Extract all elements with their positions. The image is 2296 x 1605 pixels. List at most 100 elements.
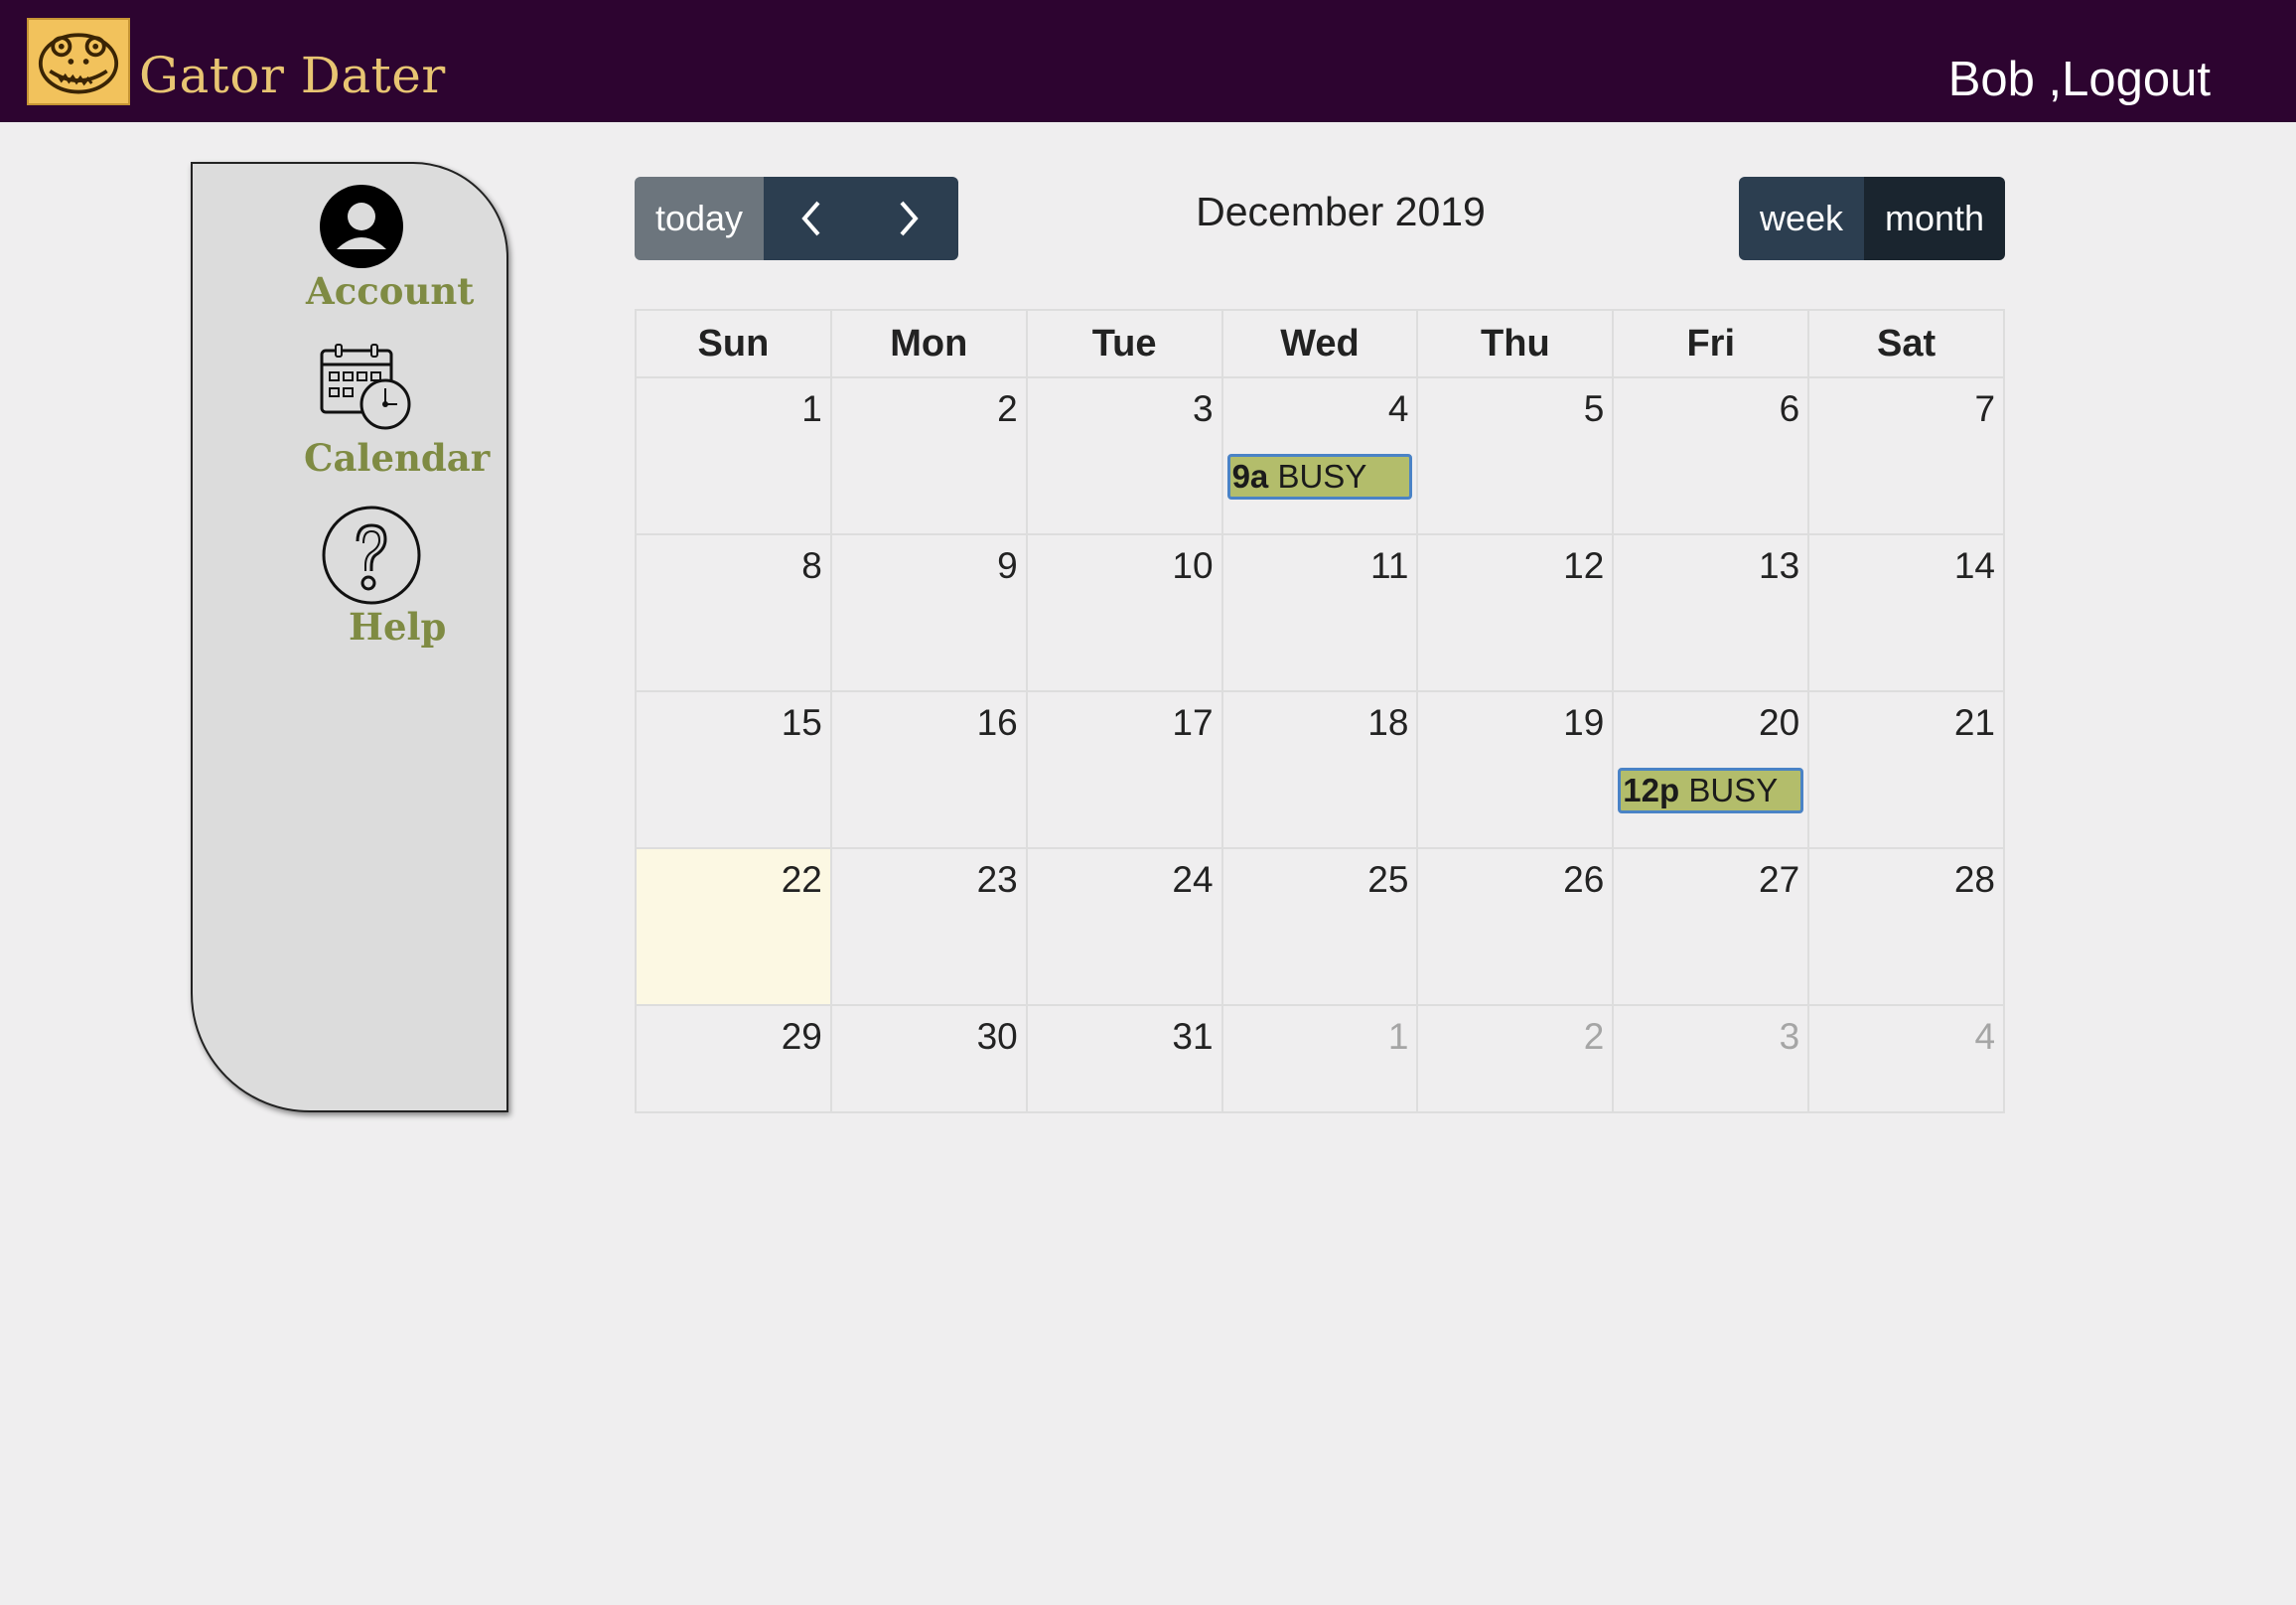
- user-area: Bob ,Logout: [1948, 44, 2211, 115]
- event-time: 12p: [1623, 772, 1680, 808]
- day-header: Mon: [829, 311, 1026, 376]
- day-cell[interactable]: 16: [829, 692, 1026, 847]
- chevron-left-icon: [801, 201, 820, 236]
- day-cell[interactable]: 30: [829, 1006, 1026, 1111]
- day-number: 14: [1953, 545, 1996, 586]
- event-title: BUSY: [1277, 458, 1367, 495]
- day-cell[interactable]: 28: [1807, 849, 2003, 1004]
- calendar-icon: [320, 343, 526, 432]
- day-cell[interactable]: 3: [1612, 1006, 1807, 1111]
- sidebar: Account Calendar Help: [191, 162, 508, 1112]
- day-cell[interactable]: 17: [1025, 692, 1221, 847]
- day-number: 7: [1974, 388, 1996, 429]
- day-cell[interactable]: 21: [1807, 692, 2003, 847]
- month-calendar-grid: Sun Mon Tue Wed Thu Fri Sat 1 2 3 4 9a BUSY 5…: [635, 309, 2005, 1113]
- brand-name[interactable]: Gator Dater: [139, 40, 446, 111]
- day-cell[interactable]: 2: [1416, 1006, 1612, 1111]
- day-cell[interactable]: 1: [1220, 1006, 1417, 1111]
- day-number: 5: [1583, 388, 1605, 429]
- day-cell[interactable]: 9: [829, 535, 1026, 690]
- sidebar-item-label: Calendar: [304, 436, 491, 480]
- chevron-right-icon: [900, 201, 919, 236]
- day-cell[interactable]: 2: [829, 378, 1026, 533]
- calendar-event[interactable]: 12p BUSY: [1618, 768, 1804, 813]
- sidebar-item-calendar[interactable]: Calendar: [193, 343, 526, 480]
- user-name: Bob: [1947, 53, 2035, 106]
- sidebar-item-label: Help: [349, 605, 447, 649]
- day-cell-today[interactable]: 22: [637, 849, 830, 1004]
- day-cell[interactable]: 14: [1807, 535, 2003, 690]
- week-row: 22 23 24 25 26 27 28: [637, 849, 2003, 1006]
- day-header: Tue: [1025, 311, 1221, 376]
- day-cell[interactable]: 5: [1416, 378, 1612, 533]
- day-header: Thu: [1416, 311, 1612, 376]
- day-number: 19: [1563, 702, 1605, 743]
- day-number: 3: [1193, 388, 1214, 429]
- day-cell[interactable]: 31: [1025, 1006, 1221, 1111]
- day-cell[interactable]: 20 12p BUSY: [1612, 692, 1807, 847]
- day-number: 31: [1172, 1016, 1214, 1057]
- day-number: 24: [1172, 859, 1214, 900]
- day-cell[interactable]: 27: [1612, 849, 1807, 1004]
- day-number: 16: [976, 702, 1018, 743]
- day-cell[interactable]: 8: [637, 535, 830, 690]
- day-cell[interactable]: 23: [829, 849, 1026, 1004]
- day-cell[interactable]: 29: [637, 1006, 830, 1111]
- day-header: Wed: [1220, 311, 1417, 376]
- day-cell[interactable]: 3: [1025, 378, 1221, 533]
- day-number: 8: [801, 545, 822, 586]
- sidebar-item-account[interactable]: Account: [193, 184, 526, 313]
- month-view-button[interactable]: month: [1864, 177, 2005, 260]
- top-navbar: Gator Dater Bob ,Logout: [0, 0, 2296, 122]
- day-cell[interactable]: 25: [1220, 849, 1417, 1004]
- day-number: 1: [801, 388, 822, 429]
- event-title: BUSY: [1688, 772, 1779, 808]
- day-number: 18: [1367, 702, 1409, 743]
- day-number: 12: [1563, 545, 1605, 586]
- day-header: Fri: [1612, 311, 1807, 376]
- day-cell[interactable]: 12: [1416, 535, 1612, 690]
- week-row: 8 9 10 11 12 13 14: [637, 535, 2003, 692]
- week-row: 15 16 17 18 19 20 12p BUSY 21: [637, 692, 2003, 849]
- day-header: Sun: [697, 323, 770, 365]
- day-cell[interactable]: 4: [1807, 1006, 2003, 1111]
- logout-link[interactable]: ,Logout: [2049, 53, 2212, 106]
- week-row: 1 2 3 4 9a BUSY 5 6 7: [637, 378, 2003, 535]
- week-view-button[interactable]: week: [1739, 177, 1864, 260]
- next-button[interactable]: [859, 177, 958, 260]
- day-number: 28: [1953, 859, 1996, 900]
- day-cell[interactable]: 10: [1025, 535, 1221, 690]
- day-number: 10: [1172, 545, 1214, 586]
- day-cell[interactable]: 13: [1612, 535, 1807, 690]
- day-cell[interactable]: 6: [1612, 378, 1807, 533]
- day-number: 4: [1387, 388, 1409, 429]
- day-cell[interactable]: 26: [1416, 849, 1612, 1004]
- prev-button[interactable]: [764, 177, 859, 260]
- day-number: 4: [1974, 1016, 1996, 1057]
- week-row: 29 30 31 1 2 3 4: [637, 1006, 2003, 1111]
- day-cell[interactable]: 18: [1220, 692, 1417, 847]
- sidebar-item-label: Account: [306, 269, 475, 313]
- day-header: Sat: [1807, 311, 2003, 376]
- day-number: 3: [1779, 1016, 1800, 1057]
- day-number: 26: [1563, 859, 1605, 900]
- calendar-event[interactable]: 9a BUSY: [1226, 454, 1413, 500]
- day-number: 6: [1779, 388, 1800, 429]
- day-number: 11: [1370, 545, 1409, 586]
- day-cell[interactable]: 24: [1025, 849, 1221, 1004]
- day-number: 29: [781, 1016, 822, 1057]
- sidebar-item-help[interactable]: Help: [193, 504, 526, 649]
- day-cell[interactable]: 7: [1807, 378, 2003, 533]
- day-cell[interactable]: 4 9a BUSY: [1220, 378, 1417, 533]
- day-number: 20: [1759, 702, 1800, 743]
- day-number: 2: [1583, 1016, 1605, 1057]
- day-number: 30: [976, 1016, 1018, 1057]
- gator-logo-icon[interactable]: [27, 18, 130, 105]
- day-number: 15: [781, 702, 822, 743]
- day-cell[interactable]: 11: [1220, 535, 1417, 690]
- today-button[interactable]: today: [635, 177, 764, 260]
- day-number: 17: [1172, 702, 1214, 743]
- day-cell[interactable]: 19: [1416, 692, 1612, 847]
- day-cell[interactable]: 1: [637, 378, 830, 533]
- day-cell[interactable]: 15: [637, 692, 830, 847]
